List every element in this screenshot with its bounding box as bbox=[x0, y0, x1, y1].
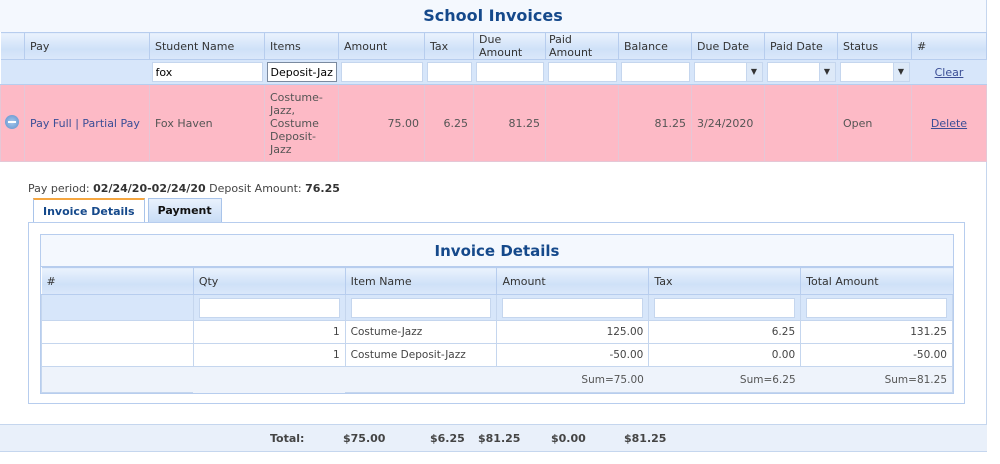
header-due-date[interactable]: Due Date bbox=[691, 32, 765, 60]
header-student-name[interactable]: Student Name bbox=[149, 32, 265, 60]
due-amount-filter[interactable] bbox=[475, 62, 544, 82]
header-number: # bbox=[911, 32, 987, 60]
header-qty[interactable]: Qty bbox=[192, 267, 346, 295]
invoices-panel: School Invoices Pay Student Name Items A… bbox=[0, 0, 987, 424]
total-paid: $0.00 bbox=[551, 432, 586, 445]
status: Open bbox=[837, 84, 912, 162]
invoices-grid: Pay Student Name Items Amount Tax Due Am… bbox=[0, 32, 987, 162]
qty: 1 bbox=[192, 343, 346, 367]
item-name: Costume Deposit-Jazz bbox=[344, 343, 498, 367]
qty: 1 bbox=[192, 320, 346, 344]
amount-filter[interactable] bbox=[340, 62, 423, 82]
partial-pay-link[interactable]: Partial Pay bbox=[82, 117, 139, 130]
collapse-icon[interactable] bbox=[5, 114, 19, 129]
header-number: # bbox=[41, 267, 194, 295]
header-item-name[interactable]: Item Name bbox=[344, 267, 498, 295]
filter-row: ▼ ▼ ▼ Clear bbox=[0, 59, 987, 85]
items: Costume-Jazz, Costume Deposit-Jazz bbox=[264, 84, 339, 162]
amount: -50.00 bbox=[496, 343, 650, 367]
balance-filter[interactable] bbox=[620, 62, 690, 82]
tab-invoice-details[interactable]: Invoice Details bbox=[33, 198, 145, 223]
item-name-filter[interactable] bbox=[350, 297, 492, 318]
header-total-amount[interactable]: Total Amount bbox=[800, 267, 953, 295]
chevron-down-icon[interactable]: ▼ bbox=[745, 63, 762, 81]
pay-period-label: Pay period: bbox=[28, 182, 90, 195]
total-amount: $75.00 bbox=[343, 432, 386, 445]
tax-filter[interactable] bbox=[654, 297, 796, 318]
amount-sum: Sum=75.00 bbox=[496, 366, 649, 393]
student-name: Fox Haven bbox=[149, 84, 265, 162]
paid-date bbox=[764, 84, 838, 162]
detail-filter-row bbox=[41, 294, 953, 321]
student-name-filter[interactable] bbox=[151, 62, 263, 82]
tax-sum: Sum=6.25 bbox=[648, 366, 801, 393]
invoice-details-grid: Invoice Details # Qty Item Name Amount T… bbox=[40, 234, 954, 394]
status-filter[interactable]: ▼ bbox=[839, 62, 910, 82]
header-amount[interactable]: Amount bbox=[338, 32, 425, 60]
paid-amount bbox=[545, 84, 619, 162]
totals-footer: Total: $75.00 $6.25 $81.25 $0.00 $81.25 bbox=[0, 424, 987, 452]
qty-filter[interactable] bbox=[198, 297, 340, 318]
table-row: Pay Full | Partial Pay Fox Haven Costume… bbox=[0, 84, 987, 162]
due-date-filter[interactable]: ▼ bbox=[693, 62, 763, 82]
pay-period-info: Pay period: 02/24/20-02/24/20 Deposit Am… bbox=[28, 182, 340, 195]
amount-filter[interactable] bbox=[502, 297, 644, 318]
tax-filter[interactable] bbox=[426, 62, 472, 82]
paid-date-filter[interactable]: ▼ bbox=[766, 62, 836, 82]
tax: 6.25 bbox=[648, 320, 802, 344]
amount: 125.00 bbox=[496, 320, 650, 344]
pay-period-value: 02/24/20-02/24/20 bbox=[93, 182, 206, 195]
total-sum: Sum=81.25 bbox=[800, 366, 953, 393]
header-pay[interactable]: Pay bbox=[24, 32, 150, 60]
separator: | bbox=[75, 116, 79, 130]
total-balance: $81.25 bbox=[624, 432, 667, 445]
total-amount-filter[interactable] bbox=[806, 297, 947, 318]
pay-full-link[interactable]: Pay Full bbox=[30, 117, 72, 130]
header-balance[interactable]: Balance bbox=[618, 32, 692, 60]
table-row: 1 Costume Deposit-Jazz -50.00 0.00 -50.0… bbox=[41, 343, 953, 367]
clear-filters-link[interactable]: Clear bbox=[935, 66, 964, 79]
chevron-down-icon[interactable]: ▼ bbox=[818, 63, 835, 81]
sum-row: Sum=75.00 Sum=6.25 Sum=81.25 bbox=[41, 366, 953, 393]
tax: 0.00 bbox=[648, 343, 802, 367]
total-amount: 131.25 bbox=[800, 320, 953, 344]
total-due: $81.25 bbox=[478, 432, 521, 445]
total-amount: -50.00 bbox=[800, 343, 953, 367]
delete-link[interactable]: Delete bbox=[931, 117, 967, 130]
grid-header: Pay Student Name Items Amount Tax Due Am… bbox=[0, 32, 987, 60]
table-row: 1 Costume-Jazz 125.00 6.25 131.25 bbox=[41, 320, 953, 344]
amount: 75.00 bbox=[338, 84, 425, 162]
deposit-label: Deposit Amount: bbox=[209, 182, 302, 195]
header-paid-date[interactable]: Paid Date bbox=[764, 32, 838, 60]
header-tax[interactable]: Tax bbox=[648, 267, 802, 295]
header-due-amount[interactable]: Due Amount bbox=[473, 32, 546, 60]
header-expand bbox=[0, 32, 25, 60]
header-paid-amount[interactable]: Paid Amount bbox=[545, 32, 619, 60]
header-items[interactable]: Items bbox=[264, 32, 339, 60]
invoice-details-panel: Invoice Details # Qty Item Name Amount T… bbox=[28, 222, 965, 404]
header-status[interactable]: Status bbox=[837, 32, 912, 60]
header-tax[interactable]: Tax bbox=[424, 32, 474, 60]
header-amount[interactable]: Amount bbox=[496, 267, 650, 295]
invoice-details-title: Invoice Details bbox=[41, 235, 953, 267]
items-filter[interactable] bbox=[266, 62, 337, 82]
tab-payment[interactable]: Payment bbox=[147, 198, 222, 223]
tax: 6.25 bbox=[424, 84, 474, 162]
paid-amount-filter[interactable] bbox=[547, 62, 617, 82]
item-name: Costume-Jazz bbox=[344, 320, 498, 344]
detail-tabs: Invoice Details Payment bbox=[33, 198, 225, 223]
page-title: School Invoices bbox=[0, 0, 986, 32]
chevron-down-icon[interactable]: ▼ bbox=[892, 63, 909, 81]
total-label: Total: bbox=[270, 432, 305, 445]
deposit-value: 76.25 bbox=[305, 182, 340, 195]
due-date: 3/24/2020 bbox=[691, 84, 765, 162]
balance: 81.25 bbox=[618, 84, 692, 162]
due-amount: 81.25 bbox=[473, 84, 546, 162]
total-tax: $6.25 bbox=[430, 432, 465, 445]
